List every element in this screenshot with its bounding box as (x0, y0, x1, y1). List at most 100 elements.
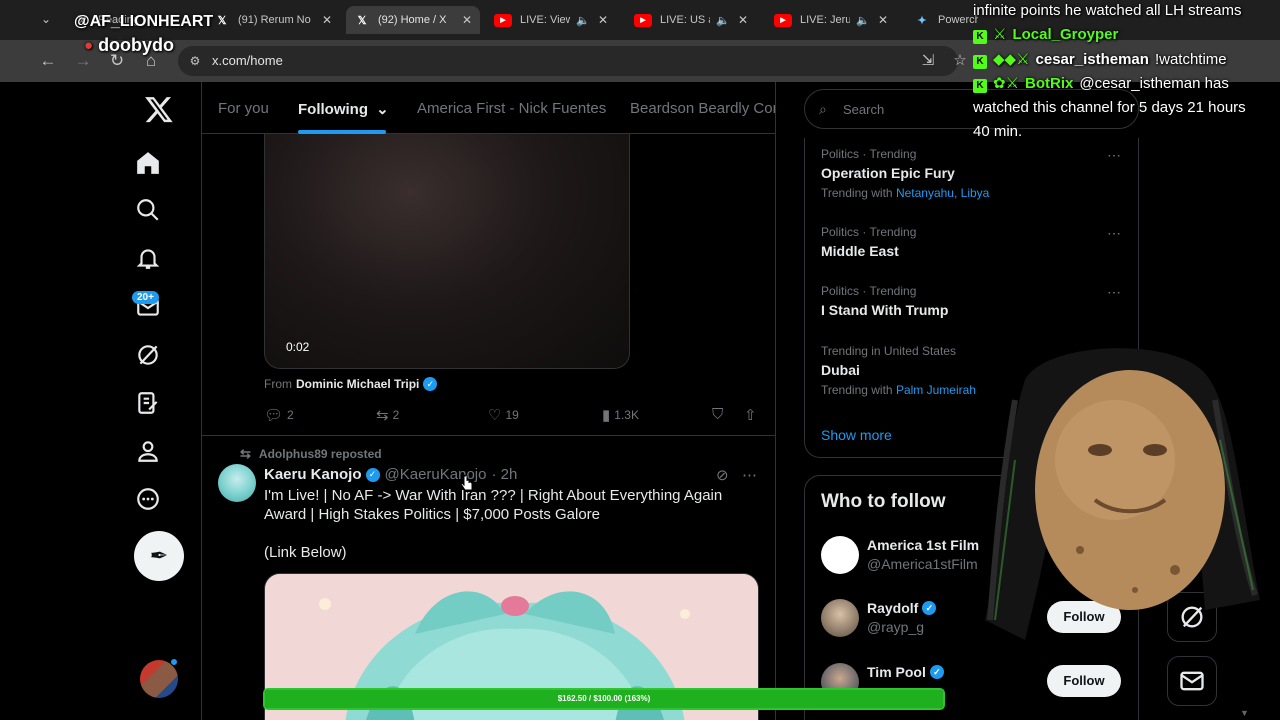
grok-icon[interactable] (134, 341, 162, 369)
verified-badge-icon: ✓ (922, 601, 937, 615)
video-source: From Dominic Michael Tripi ✓ (264, 377, 438, 391)
youtube-icon: ▶ (634, 13, 652, 27)
grok-explain-icon[interactable]: ⊘ (716, 466, 729, 484)
trend-category: Politics · Trending (821, 284, 917, 298)
repost-icon: ⇆ (376, 407, 389, 424)
reply-button[interactable]: 💬︎ 2 (264, 406, 294, 424)
profile-icon[interactable] (134, 437, 162, 465)
install-app-icon[interactable]: ⇲ (917, 50, 939, 72)
post-time[interactable]: · 2h (491, 466, 517, 483)
account-handle: @America1stFilm (867, 556, 978, 572)
post-button[interactable]: ✒ (134, 531, 184, 581)
verified-badge-icon: ✓ (423, 377, 438, 391)
home-icon[interactable] (134, 149, 162, 177)
account-name: America 1st Film (867, 537, 980, 553)
notifications-bell-icon[interactable] (134, 244, 162, 272)
trend-title: Middle East (821, 243, 899, 259)
back-arrow-icon[interactable]: ← (36, 49, 60, 73)
post-actions: 💬︎ 2 ⇆ 2 ♡ 19 ▮ 1.3K ⛉ ⇧ (264, 406, 764, 426)
close-icon[interactable]: ✕ (878, 13, 888, 27)
video-player[interactable] (264, 134, 630, 369)
more-icon[interactable] (134, 485, 162, 513)
video-duration: 0:02 (286, 340, 310, 354)
tab-title: LIVE: Jerus (800, 14, 851, 26)
view-count: 1.3K (614, 408, 639, 422)
tab-list-america-first[interactable]: America First - Nick Fuentes (417, 100, 606, 117)
speaker-icon[interactable]: 🔈 (576, 14, 590, 27)
badges-icon: ◆◆⚔ (993, 51, 1030, 68)
avatar (821, 536, 859, 574)
chat-text: infinite points he watched all LH stream… (973, 2, 1242, 19)
views-button[interactable]: ▮ 1.3K (602, 406, 639, 424)
trend-item[interactable]: Politics · Trending Operation Epic Fury … (821, 147, 1121, 200)
overlay-viewer-text: doobydo (98, 35, 175, 55)
messages-floating-button[interactable] (1167, 656, 1217, 706)
envelope-icon (1180, 671, 1204, 691)
source-name[interactable]: Dominic Michael Tripi (296, 377, 419, 391)
chat-message: K ⚔ Local_Groyper (973, 24, 1124, 46)
scroll-down-arrow-icon[interactable]: ▼ (1240, 708, 1249, 718)
more-options-icon[interactable]: ⋯ (1107, 147, 1121, 164)
trend-title: I Stand With Trump (821, 302, 949, 318)
avatar (821, 599, 859, 637)
verified-badge-icon: ✓ (929, 665, 944, 679)
feed-tabs: For you Following ⌄ America First - Nick… (202, 82, 775, 134)
tab-title: LIVE: View (520, 14, 571, 26)
tab-list-beardson[interactable]: Beardson Beardly Com (630, 100, 775, 117)
like-button[interactable]: ♡ 19 (488, 406, 519, 424)
close-icon[interactable]: ✕ (462, 13, 472, 27)
heart-icon: ● (84, 37, 94, 54)
tab-following[interactable]: Following ⌄ (298, 100, 389, 118)
repost-button[interactable]: ⇆ 2 (376, 406, 399, 424)
more-options-icon[interactable]: ⋯ (1107, 284, 1121, 301)
browser-tab-active[interactable]: 𝕏 (92) Home / X ✕ (346, 6, 480, 34)
browser-tab[interactable]: ▶ LIVE: Jerus 🔈 ✕ (766, 6, 896, 34)
search-icon: ⌕ (819, 101, 827, 117)
chat-username: cesar_istheman (1035, 51, 1149, 68)
browser-tab[interactable]: ▶ LIVE: View 🔈 ✕ (486, 6, 616, 34)
bookmark-star-icon[interactable]: ☆ (949, 50, 971, 72)
trend-related: Trending with Netanyahu, Libya (821, 186, 1121, 200)
tab-for-you[interactable]: For you (218, 100, 269, 117)
browser-tab[interactable]: ▶ LIVE: US a 🔈 ✕ (626, 6, 756, 34)
who-to-follow-title: Who to follow (821, 491, 946, 512)
trend-item[interactable]: Politics · Trending I Stand With Trump ⋯ (821, 284, 1121, 318)
site-info-icon[interactable]: ⚙ (186, 52, 204, 70)
close-icon[interactable]: ✕ (738, 13, 748, 27)
trend-with-links[interactable]: Netanyahu, Libya (896, 186, 989, 200)
kick-badge-icon: K (973, 30, 987, 44)
follow-button[interactable]: Follow (1047, 665, 1121, 697)
trend-with-links[interactable]: Palm Jumeirah (896, 383, 976, 397)
url-text: x.com/home (212, 53, 283, 68)
kick-badge-icon: K (973, 79, 987, 93)
close-icon[interactable]: ✕ (598, 13, 608, 27)
trend-title: Operation Epic Fury (821, 165, 955, 181)
post-author: Kaeru Kanojo ✓ @KaeruKanojo · 2h (264, 466, 517, 483)
more-options-icon[interactable]: ⋯ (742, 466, 757, 484)
post-link-text: (Link Below) (264, 544, 347, 561)
x-logo-icon: 𝕏 (357, 14, 367, 27)
close-icon[interactable]: ✕ (322, 13, 332, 27)
compose-article-icon[interactable] (134, 389, 162, 417)
repost-context[interactable]: ⇆ Adolphus89 reposted (240, 446, 382, 462)
chat-message-continued: 40 min. (973, 121, 1022, 143)
chat-text: @cesar_istheman has (1079, 75, 1229, 92)
avatar[interactable] (218, 464, 256, 502)
like-count: 19 (505, 408, 519, 422)
show-more-link[interactable]: Show more (821, 427, 892, 443)
kick-badge-icon: K (973, 55, 987, 69)
browser-tab[interactable]: 𝕏 (91) Rerum No ✕ (206, 6, 340, 34)
speaker-icon[interactable]: 🔈 (856, 14, 870, 27)
address-bar[interactable]: ⚙ x.com/home (178, 46, 958, 76)
share-button[interactable]: ⇧ (744, 406, 761, 424)
tab-search-button[interactable]: ⌄ (34, 8, 58, 30)
goal-text: $162.50 / $100.00 (163%) (557, 694, 651, 703)
speaker-icon[interactable]: 🔈 (716, 14, 730, 27)
repost-icon: ⇆ (240, 446, 251, 461)
chat-username: Local_Groyper (1012, 26, 1119, 43)
more-options-icon[interactable]: ⋯ (1107, 225, 1121, 242)
bookmark-button[interactable]: ⛉ (712, 406, 727, 423)
trend-item[interactable]: Politics · Trending Middle East ⋯ (821, 225, 1121, 259)
author-name[interactable]: Kaeru Kanojo (264, 466, 362, 483)
search-icon[interactable] (134, 196, 162, 224)
